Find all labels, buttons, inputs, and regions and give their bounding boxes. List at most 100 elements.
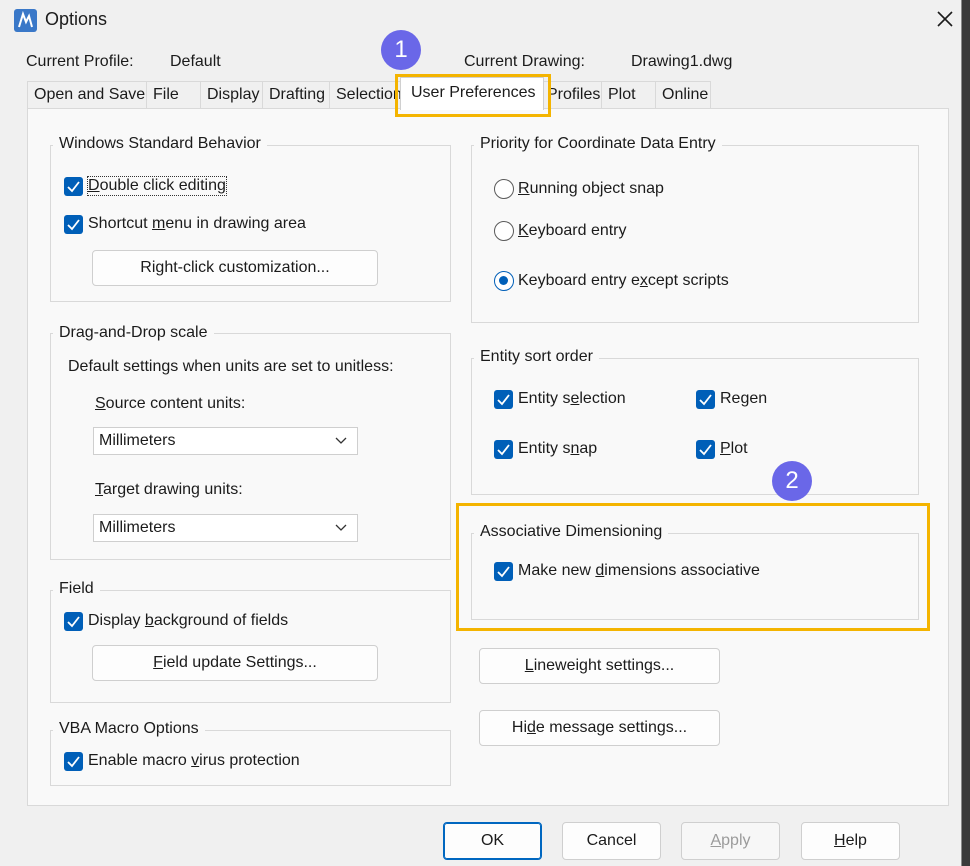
label-part: e message settings...: [535, 719, 688, 736]
current-drawing-value: Drawing1.dwg: [631, 53, 733, 70]
tab-label: Open and Save: [34, 86, 146, 103]
source-units-select[interactable]: Millimeters: [93, 427, 358, 455]
label-part: arget drawing units:: [103, 481, 243, 498]
access-key: T: [95, 481, 103, 498]
label-part: en: [749, 390, 768, 407]
tab-open-and-save[interactable]: Open and Save: [27, 81, 148, 108]
hide-message-settings-button[interactable]: Hide message settings...: [479, 710, 720, 746]
access-key: x: [639, 272, 648, 289]
group-title: Priority for Coordinate Data Entry: [474, 135, 722, 153]
label-part: eyboard entry: [528, 222, 627, 239]
tab-file[interactable]: File: [146, 81, 201, 108]
label-part: imensions associative: [604, 562, 760, 579]
virus-protection-label: Enable macro virus protection: [88, 752, 300, 770]
tab-label: User Preferences: [411, 84, 536, 101]
group-title: VBA Macro Options: [53, 720, 205, 738]
chevron-down-icon: [335, 437, 347, 444]
label-part: Re: [720, 390, 741, 407]
label-part: ap: [579, 440, 598, 457]
running-object-snap-radio[interactable]: [494, 179, 514, 199]
group-title: Entity sort order: [474, 348, 599, 366]
target-units-label: Target drawing units:: [95, 481, 243, 499]
make-associative-checkbox[interactable]: [494, 562, 513, 581]
window-title: Options: [45, 9, 108, 29]
access-key: b: [144, 612, 154, 629]
label-part: Entity s: [518, 440, 571, 457]
ok-button[interactable]: OK: [443, 822, 542, 860]
label-part: ource content units:: [105, 395, 246, 412]
running-object-snap-label: Running object snap: [518, 180, 664, 198]
tab-selection[interactable]: Selection: [329, 81, 402, 108]
label-part: Keyboard entry e: [518, 272, 640, 289]
source-units-label: Source content units:: [95, 395, 245, 413]
tab-profiles[interactable]: Profiles: [540, 81, 602, 108]
access-key: v: [191, 752, 200, 769]
entity-snap-checkbox[interactable]: [494, 440, 513, 459]
current-profile-label: Current Profile:: [26, 53, 134, 70]
right-click-customization-button[interactable]: Right-click customization...: [92, 250, 378, 286]
group-title: Field: [53, 580, 100, 598]
cancel-button[interactable]: Cancel: [562, 822, 661, 860]
regen-label: Regen: [720, 390, 767, 408]
tab-drafting[interactable]: Drafting: [262, 81, 330, 108]
chevron-down-icon: [335, 524, 347, 531]
label-part: ineweight settings...: [533, 657, 675, 674]
group-title: Drag-and-Drop scale: [53, 324, 214, 342]
tab-plot[interactable]: Plot: [601, 81, 656, 108]
access-key: A: [710, 832, 722, 849]
field-update-settings-button[interactable]: Field update Settings...: [92, 645, 378, 681]
tab-display[interactable]: Display: [200, 81, 262, 108]
label-part: ouble click editing: [99, 177, 226, 194]
access-key: d: [595, 562, 605, 579]
close-icon[interactable]: [930, 6, 960, 34]
plot-label: Plot: [720, 440, 748, 458]
display-background-label: Display background of fields: [88, 612, 288, 630]
label-part: unning object snap: [529, 180, 664, 197]
access-key: P: [720, 440, 731, 457]
regen-checkbox[interactable]: [696, 390, 715, 409]
tab-label: Display: [207, 86, 260, 103]
double-click-checkbox[interactable]: [64, 177, 83, 196]
keyboard-except-scripts-label: Keyboard entry except scripts: [518, 272, 729, 290]
tab-user-preferences[interactable]: User Preferences: [400, 77, 544, 110]
label-part: Shortcut: [88, 215, 153, 232]
label-part: ht-click customization...: [164, 259, 330, 276]
keyboard-entry-label: Keyboard entry: [518, 222, 627, 240]
label-part: irus protection: [199, 752, 300, 769]
keyboard-entry-radio[interactable]: [494, 221, 514, 241]
display-background-checkbox[interactable]: [64, 612, 83, 631]
label-part: Enable macro: [88, 752, 192, 769]
double-click-label: Double click editing: [87, 176, 227, 196]
label-part: ield update Settings...: [162, 654, 317, 671]
access-key: H: [834, 832, 846, 849]
tab-label: Plot: [608, 86, 636, 103]
shortcut-menu-checkbox[interactable]: [64, 215, 83, 234]
current-profile-value: Default: [170, 53, 221, 70]
apply-button[interactable]: Apply: [681, 822, 780, 860]
help-button[interactable]: Help: [801, 822, 900, 860]
step-badge-1: 1: [381, 30, 421, 70]
tab-label: Selection: [336, 86, 402, 103]
access-key: d: [527, 719, 536, 736]
entity-sort-order-group: [471, 358, 919, 495]
lineweight-settings-button[interactable]: Lineweight settings...: [479, 648, 720, 684]
make-associative-label: Make new dimensions associative: [518, 562, 760, 580]
label-part: elp: [845, 832, 867, 849]
label-part: Hi: [511, 719, 527, 736]
access-key: m: [152, 215, 166, 232]
tab-label: Profiles: [547, 86, 601, 103]
entity-selection-checkbox[interactable]: [494, 390, 513, 409]
keyboard-except-scripts-radio[interactable]: [494, 271, 514, 291]
plot-checkbox[interactable]: [696, 440, 715, 459]
virus-protection-checkbox[interactable]: [64, 752, 83, 771]
group-title: Windows Standard Behavior: [53, 135, 267, 153]
target-units-select[interactable]: Millimeters: [93, 514, 358, 542]
label-part: Display: [88, 612, 145, 629]
select-value: Millimeters: [99, 432, 176, 449]
tab-online[interactable]: Online: [655, 81, 711, 108]
access-key: D: [88, 177, 100, 194]
label-part: cept scripts: [647, 272, 729, 289]
shortcut-menu-label: Shortcut menu in drawing area: [88, 215, 306, 233]
access-key: L: [524, 657, 534, 674]
tab-label: File: [153, 86, 179, 103]
